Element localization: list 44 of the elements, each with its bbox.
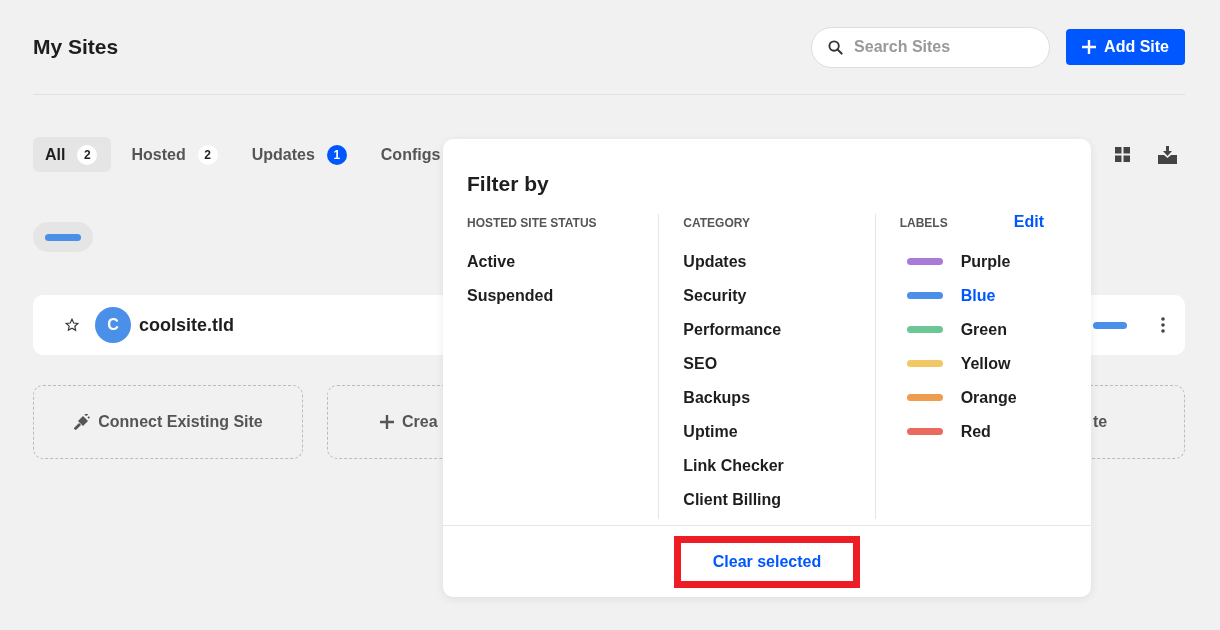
edit-link[interactable]: Edit bbox=[1013, 209, 1044, 234]
site-avatar: C bbox=[95, 307, 131, 343]
filter-option[interactable]: SEO bbox=[683, 345, 724, 380]
section-heading: LABELS bbox=[899, 214, 948, 232]
filter-option[interactable]: Updates bbox=[683, 243, 753, 278]
section-heading: CATEGORY bbox=[683, 214, 751, 232]
plus-icon bbox=[380, 415, 394, 429]
filter-option[interactable]: Yellow bbox=[899, 345, 1017, 380]
filter-option[interactable]: Blue bbox=[899, 277, 1002, 312]
download-icon[interactable] bbox=[1158, 145, 1177, 164]
more-icon[interactable] bbox=[1161, 317, 1165, 333]
search-icon bbox=[828, 39, 844, 55]
count-badge: 2 bbox=[77, 144, 98, 165]
filter-tab[interactable]: All 2 bbox=[33, 137, 112, 172]
plug-icon bbox=[73, 413, 91, 431]
search-field[interactable]: Search Sites bbox=[811, 26, 1051, 68]
label-filter-chip[interactable] bbox=[33, 222, 93, 252]
filter-option[interactable]: Green bbox=[899, 311, 1013, 346]
site-name[interactable]: coolsite.tld bbox=[139, 311, 234, 339]
plus-icon bbox=[1082, 40, 1097, 54]
filter-option[interactable]: Orange bbox=[899, 379, 1023, 414]
filter-option[interactable]: Purple bbox=[899, 243, 1017, 278]
filter-option[interactable]: Performance bbox=[683, 311, 788, 346]
filter-option[interactable]: Link Checker bbox=[683, 447, 790, 482]
action-card[interactable]: Connect Existing Site bbox=[33, 385, 303, 459]
filter-option[interactable]: Suspended bbox=[467, 277, 560, 312]
clear-selected-button[interactable]: Clear selected bbox=[673, 535, 861, 588]
grid-view-icon[interactable] bbox=[1115, 147, 1130, 162]
filter-option[interactable]: Backups bbox=[683, 379, 757, 414]
filter-tab[interactable]: Configs bbox=[368, 137, 455, 172]
add-site-button[interactable]: Add Site bbox=[1066, 29, 1185, 65]
filter-option[interactable]: Uptime bbox=[683, 413, 744, 448]
section-heading: HOSTED SITE STATUS bbox=[467, 214, 598, 232]
star-icon[interactable] bbox=[65, 318, 79, 332]
page-title: My Sites bbox=[33, 34, 119, 60]
filter-option[interactable]: Security bbox=[683, 277, 753, 312]
filter-option[interactable]: Client Billing bbox=[683, 481, 788, 516]
count-badge: 1 bbox=[326, 144, 347, 165]
popover-title: Filter by bbox=[467, 171, 550, 197]
filter-option[interactable]: Red bbox=[899, 413, 997, 448]
count-badge: 2 bbox=[197, 144, 218, 165]
filter-tab[interactable]: Updates 1 bbox=[239, 137, 361, 172]
filter-tab[interactable]: Hosted 2 bbox=[119, 137, 232, 172]
filter-option[interactable]: Active bbox=[467, 243, 522, 278]
